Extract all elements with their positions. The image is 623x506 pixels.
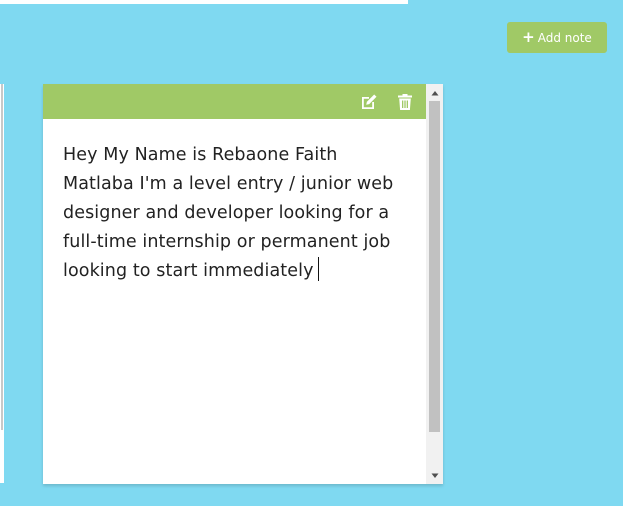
arrow-down-icon: [431, 473, 438, 478]
plus-icon: +: [522, 28, 535, 46]
add-note-label: Add note: [537, 30, 592, 45]
scroll-thumb[interactable]: [429, 101, 440, 432]
edit-icon[interactable]: [360, 93, 378, 111]
text-cursor: [317, 257, 319, 281]
note-card: Hey My Name is Rebaone Faith Matlaba I'm…: [43, 84, 443, 484]
note-text: Hey My Name is Rebaone Faith Matlaba I'm…: [63, 145, 400, 281]
trash-icon[interactable]: [396, 93, 414, 111]
note-text-area[interactable]: Hey My Name is Rebaone Faith Matlaba I'm…: [63, 141, 408, 286]
scroll-down-arrow[interactable]: [426, 467, 443, 484]
top-bar-edge: [0, 0, 408, 4]
arrow-up-icon: [431, 90, 438, 95]
add-note-button[interactable]: + Add note: [507, 22, 607, 53]
note-toolbar: [43, 84, 426, 119]
scroll-up-arrow[interactable]: [426, 84, 443, 101]
previous-note-edge: [0, 84, 4, 483]
previous-note-scrollbar-edge: [1, 84, 3, 430]
note-scrollbar[interactable]: [426, 84, 443, 484]
